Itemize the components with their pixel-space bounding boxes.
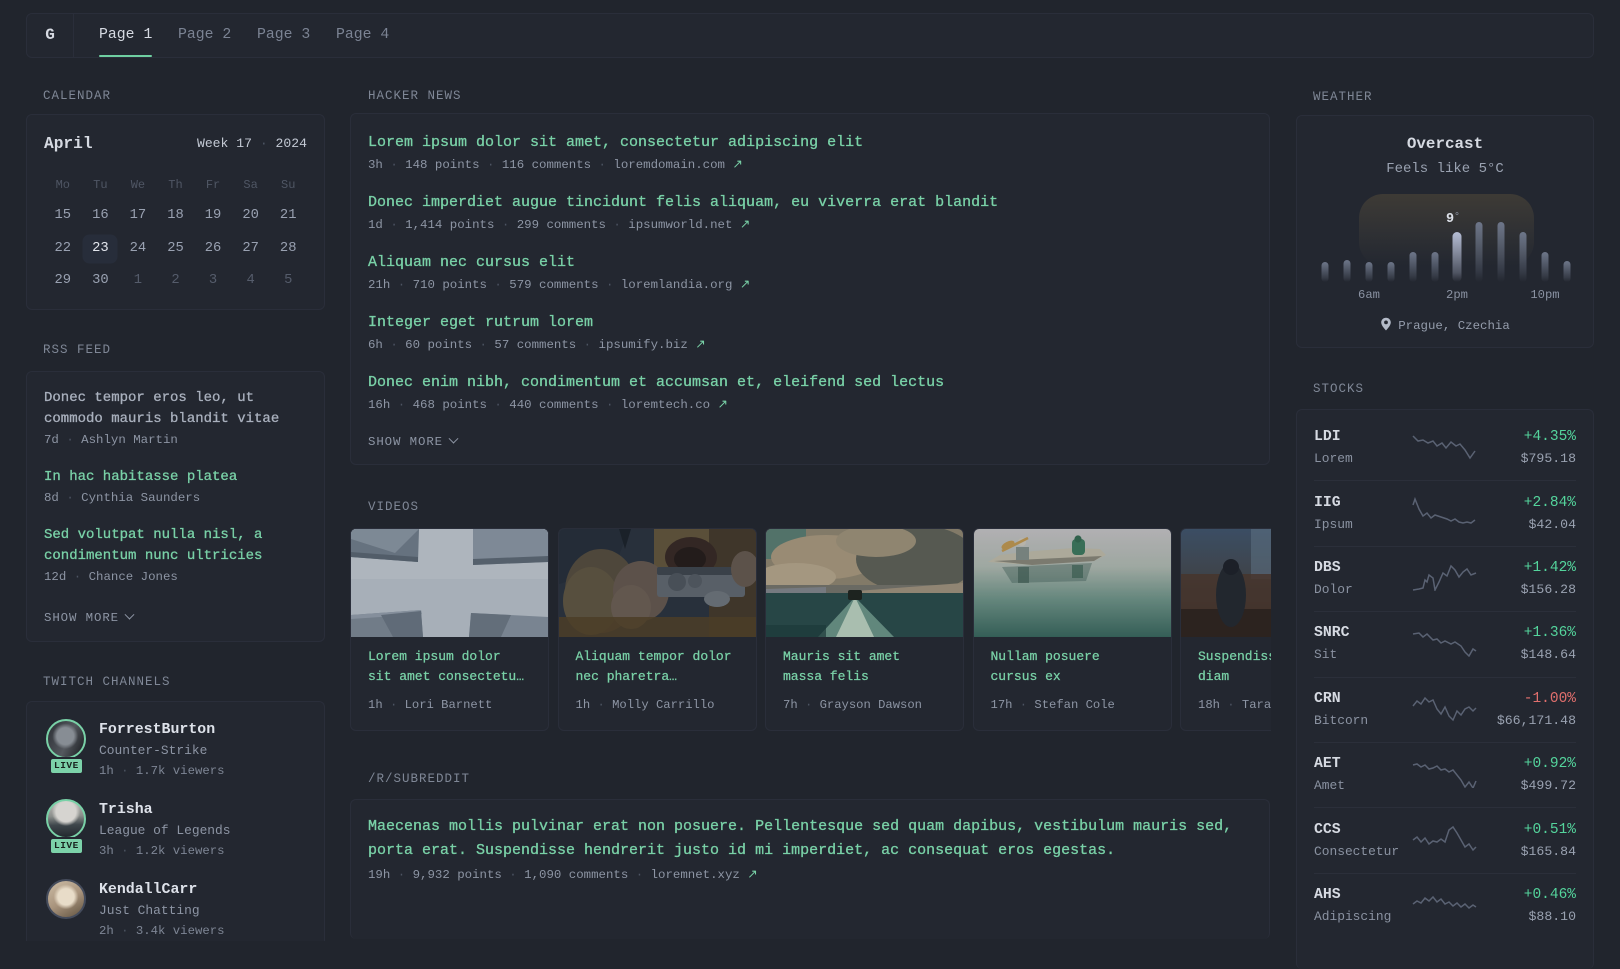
svg-text:10pm: 10pm: [1530, 288, 1559, 302]
svg-text:6am: 6am: [1358, 288, 1380, 302]
svg-text:2pm: 2pm: [1446, 288, 1468, 302]
